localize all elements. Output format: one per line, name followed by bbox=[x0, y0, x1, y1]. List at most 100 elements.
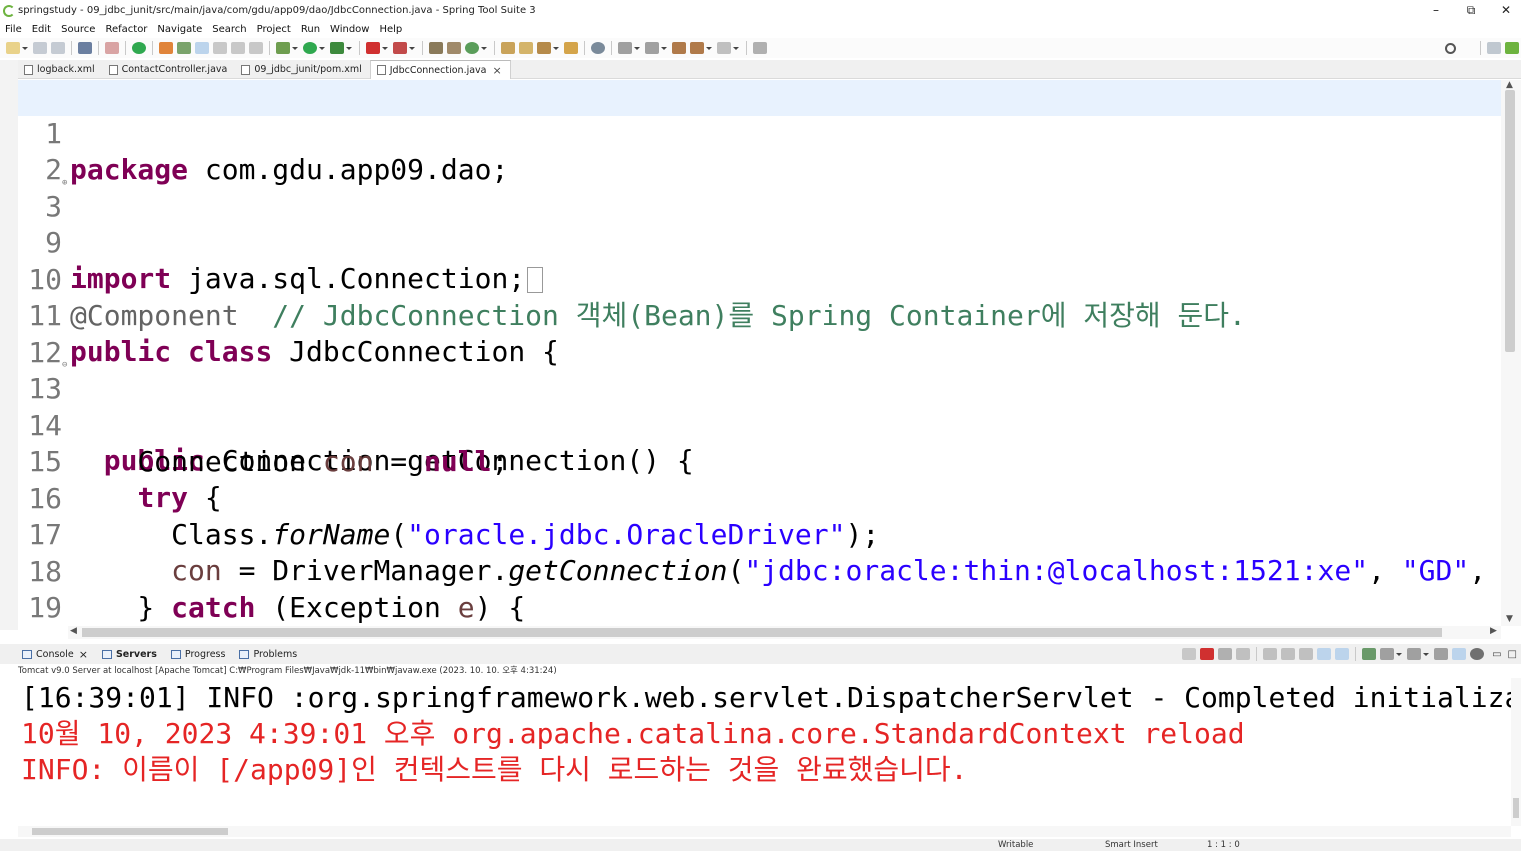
tab-logback-xml[interactable]: logback.xml bbox=[18, 60, 103, 79]
scroll-down-icon[interactable]: ▼ bbox=[1506, 614, 1513, 624]
scroll-left-icon[interactable]: ◀ bbox=[70, 626, 77, 636]
terminal-icon[interactable] bbox=[78, 42, 92, 54]
new-class-icon[interactable] bbox=[465, 42, 479, 54]
word-wrap-icon[interactable] bbox=[213, 42, 227, 54]
code-line: 3 ⊕ import java.sql.Connection; bbox=[18, 153, 1501, 295]
open-type-icon[interactable] bbox=[177, 42, 191, 54]
code-line: 2 bbox=[18, 116, 1501, 186]
open-folder-icon[interactable] bbox=[519, 42, 533, 54]
tab-console[interactable]: Console × bbox=[0, 648, 94, 661]
menu-window[interactable]: Window bbox=[325, 24, 374, 35]
console-launch-description: Tomcat v9.0 Server at localhost [Apache … bbox=[18, 666, 557, 676]
clear-console-icon[interactable] bbox=[1236, 648, 1251, 660]
show-stdout-icon[interactable] bbox=[1299, 648, 1314, 660]
debug-icon[interactable] bbox=[276, 42, 290, 54]
close-console-icon[interactable]: × bbox=[79, 648, 88, 661]
scroll-thumb[interactable] bbox=[1513, 798, 1519, 818]
new-java-project-icon[interactable] bbox=[429, 42, 443, 54]
close-tab-icon[interactable]: × bbox=[493, 64, 502, 77]
display-selected-console-icon[interactable] bbox=[1362, 648, 1377, 660]
scroll-thumb[interactable] bbox=[1505, 90, 1515, 352]
menu-help[interactable]: Help bbox=[374, 24, 407, 35]
console-horizontal-scrollbar[interactable] bbox=[18, 826, 1511, 837]
open-perspective-icon[interactable] bbox=[564, 42, 578, 54]
open-task-icon[interactable] bbox=[501, 42, 515, 54]
back-icon[interactable] bbox=[690, 42, 704, 54]
new-console-icon[interactable] bbox=[1407, 648, 1422, 660]
scroll-lock-icon[interactable] bbox=[1263, 648, 1278, 660]
stop-icon[interactable] bbox=[366, 42, 380, 54]
remove-launch-icon[interactable] bbox=[1182, 648, 1197, 660]
minimize-button[interactable]: – bbox=[1421, 2, 1451, 18]
next-annotation-icon[interactable] bbox=[618, 42, 632, 54]
show-whitespace-icon[interactable] bbox=[249, 42, 263, 54]
minimize-panel-icon[interactable]: ▭ bbox=[1492, 649, 1501, 660]
run-icon[interactable] bbox=[303, 42, 317, 54]
refresh-icon[interactable] bbox=[159, 42, 173, 54]
skip-breakpoints-icon[interactable] bbox=[105, 42, 119, 54]
menu-run[interactable]: Run bbox=[296, 24, 325, 35]
code-editor[interactable]: 1 package com.gdu.app09.dao; 2 3 ⊕ impor… bbox=[18, 80, 1501, 626]
pin-console-icon[interactable] bbox=[1335, 648, 1350, 660]
tab-label: logback.xml bbox=[37, 64, 95, 75]
maximize-panel-icon[interactable]: □ bbox=[1508, 649, 1517, 660]
menu-search[interactable]: Search bbox=[207, 24, 251, 35]
menu-edit[interactable]: Edit bbox=[27, 24, 56, 35]
restore-button[interactable]: ⧉ bbox=[1456, 2, 1486, 18]
tab-contact-controller[interactable]: ContactController.java bbox=[103, 60, 236, 79]
start-server-icon[interactable] bbox=[132, 42, 146, 54]
code-line: 14 Connection con = null; bbox=[18, 372, 1501, 478]
editor-horizontal-scrollbar[interactable]: ◀ ▶ bbox=[68, 626, 1501, 639]
servers-icon bbox=[101, 649, 112, 659]
settings-gear-icon[interactable] bbox=[1470, 648, 1485, 660]
title-bar: springstudy - 09_jdbc_junit/src/main/jav… bbox=[0, 0, 1521, 21]
save-icon[interactable] bbox=[33, 42, 47, 54]
link-icon[interactable] bbox=[1452, 648, 1467, 660]
last-edit-location-icon[interactable] bbox=[672, 42, 686, 54]
show-stderr-icon[interactable] bbox=[1317, 648, 1332, 660]
console-line: 10월 10, 2023 4:39:01 오후 org.apache.catal… bbox=[21, 717, 1245, 750]
code-line: 15 try { bbox=[18, 408, 1501, 514]
terminate-icon[interactable] bbox=[1200, 648, 1215, 660]
remove-all-terminated-icon[interactable] bbox=[1218, 648, 1233, 660]
menu-refactor[interactable]: Refactor bbox=[100, 24, 152, 35]
scroll-thumb[interactable] bbox=[32, 828, 228, 835]
code-line: 10 @Component // JdbcConnection 객체(Bean)… bbox=[18, 226, 1501, 332]
mark-occurrences-icon[interactable] bbox=[195, 42, 209, 54]
search-icon[interactable] bbox=[1445, 42, 1456, 54]
spring-perspective-icon[interactable] bbox=[1505, 42, 1519, 54]
console-output[interactable]: [16:39:01] INFO :org.springframework.web… bbox=[18, 678, 1511, 824]
search-web-icon[interactable] bbox=[591, 42, 605, 54]
tab-progress[interactable]: Progress bbox=[163, 649, 232, 660]
console-vertical-scrollbar[interactable] bbox=[1511, 678, 1521, 826]
word-wrap-console-icon[interactable] bbox=[1281, 648, 1296, 660]
status-insert-mode: Smart Insert bbox=[1105, 840, 1158, 850]
open-perspective-button-icon[interactable] bbox=[1487, 42, 1501, 54]
close-window-button[interactable]: ✕ bbox=[1491, 2, 1521, 18]
tab-pom-xml[interactable]: 09_jdbc_junit/pom.xml bbox=[235, 60, 369, 79]
menu-source[interactable]: Source bbox=[56, 24, 100, 35]
view-menu-icon[interactable] bbox=[1434, 648, 1449, 660]
tab-jdbc-connection[interactable]: JdbcConnection.java × bbox=[369, 60, 511, 79]
deploy-icon[interactable] bbox=[393, 42, 407, 54]
scroll-thumb[interactable] bbox=[82, 628, 1442, 637]
new-file-icon[interactable] bbox=[6, 42, 20, 54]
run-external-tools-icon[interactable] bbox=[330, 42, 344, 54]
pin-editor-icon[interactable] bbox=[753, 42, 767, 54]
edit-icon[interactable] bbox=[537, 42, 551, 54]
forward-icon[interactable] bbox=[717, 42, 731, 54]
menu-file[interactable]: File bbox=[0, 24, 27, 35]
open-console-icon[interactable] bbox=[1380, 648, 1395, 660]
menu-project[interactable]: Project bbox=[252, 24, 296, 35]
tab-problems[interactable]: Problems bbox=[231, 649, 303, 660]
menu-navigate[interactable]: Navigate bbox=[152, 24, 207, 35]
block-selection-icon[interactable] bbox=[231, 42, 245, 54]
tab-servers[interactable]: Servers bbox=[94, 649, 163, 660]
new-package-icon[interactable] bbox=[447, 42, 461, 54]
scroll-up-icon[interactable]: ▲ bbox=[1506, 80, 1513, 90]
scroll-right-icon[interactable]: ▶ bbox=[1490, 626, 1497, 636]
previous-annotation-icon[interactable] bbox=[645, 42, 659, 54]
editor-vertical-scrollbar[interactable]: ▲ ▼ bbox=[1501, 80, 1521, 626]
tab-label: ContactController.java bbox=[121, 64, 228, 75]
save-all-icon[interactable] bbox=[51, 42, 65, 54]
